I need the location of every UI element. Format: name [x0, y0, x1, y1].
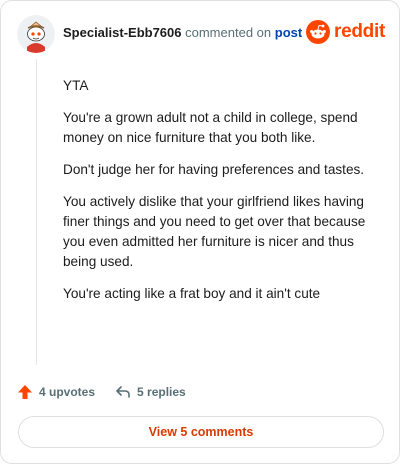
comment-paragraph: YTA	[63, 78, 89, 93]
upvote-button[interactable]: 4 upvotes	[17, 384, 95, 400]
reddit-logo[interactable]: reddit	[306, 19, 385, 45]
reddit-wordmark: reddit	[334, 21, 385, 42]
view-comments-button[interactable]: View 5 comments	[18, 416, 384, 448]
avatar[interactable]	[17, 15, 55, 53]
comment-paragraph: You're a grown adult not a child in coll…	[63, 110, 358, 145]
comment-paragraph: You're acting like a frat boy and it ain…	[63, 286, 321, 301]
upvote-count: 4 upvotes	[39, 385, 96, 399]
upvote-arrow-icon	[18, 385, 32, 399]
thread-line	[36, 59, 37, 365]
reddit-snoo-icon	[306, 20, 331, 44]
replies-count: 5 replies	[137, 385, 186, 399]
byline: Specialist-Ebb7606 commented on post	[63, 25, 302, 41]
username-link[interactable]: Specialist-Ebb7606	[63, 25, 182, 40]
comment-card: Specialist-Ebb7606 commented on post red…	[0, 0, 400, 464]
comment-paragraph: Don't judge her for having preferences a…	[63, 162, 365, 177]
comment-body: YTA You're a grown adult not a child in …	[63, 76, 385, 316]
replies-button[interactable]: 5 replies	[115, 384, 186, 400]
comment-header: Specialist-Ebb7606 commented on post red…	[17, 15, 385, 55]
comment-actions: 4 upvotes 5 replies	[17, 381, 206, 403]
comment-paragraph: You actively dislike that your girlfrien…	[63, 194, 366, 269]
post-link[interactable]: post	[275, 25, 302, 40]
snoo-avatar-icon	[17, 15, 55, 53]
reply-arrow-icon	[116, 386, 130, 398]
commented-on-text: commented on	[185, 25, 272, 40]
